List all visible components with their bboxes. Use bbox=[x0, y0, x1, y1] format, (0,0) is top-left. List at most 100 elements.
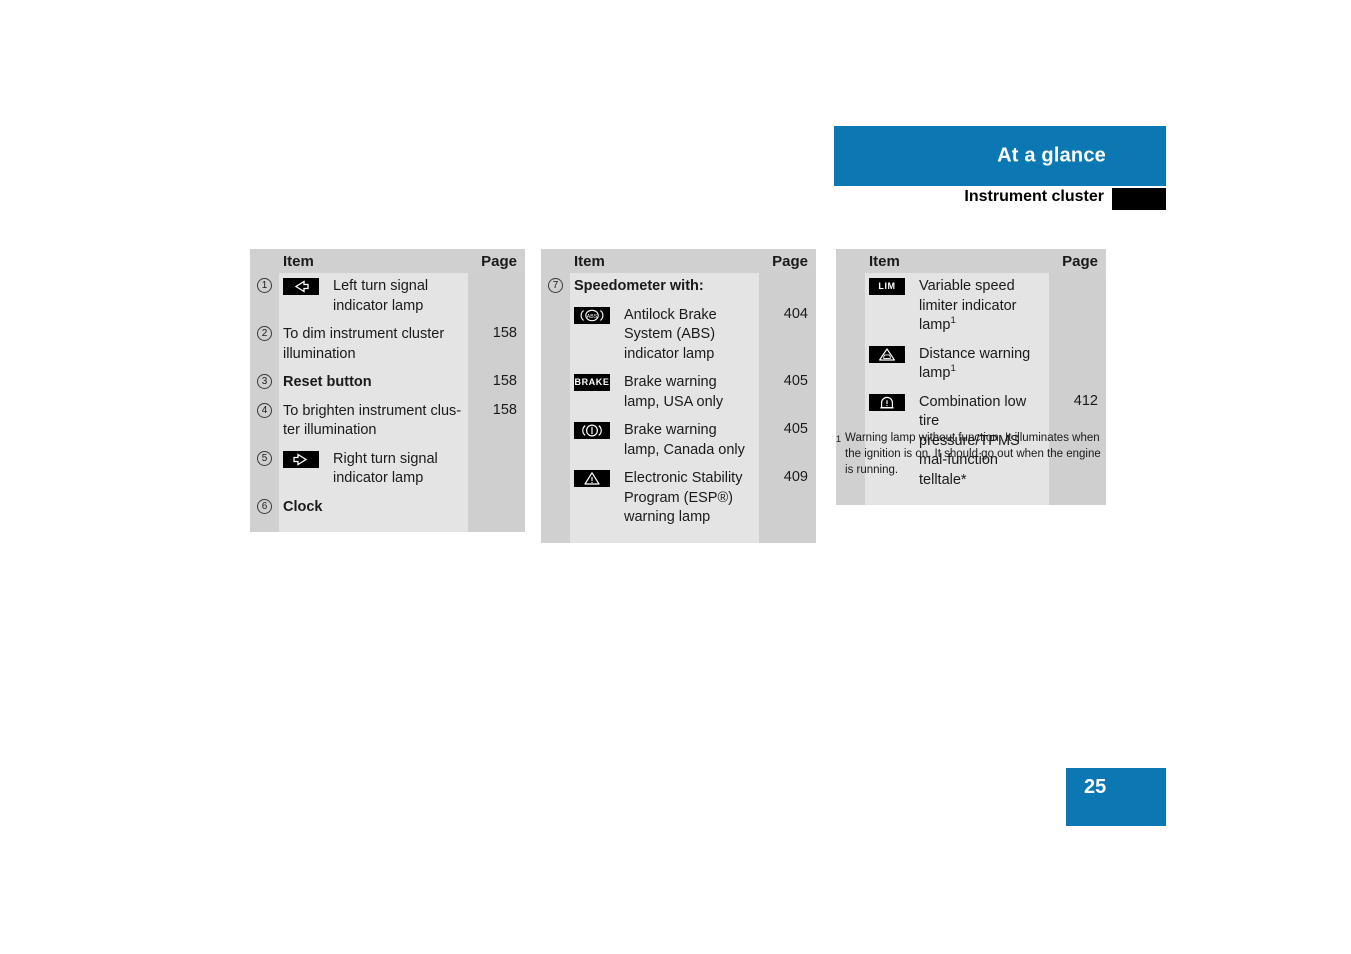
table-row: Electronic Stability Program (ESP®) warn… bbox=[541, 465, 816, 533]
table-filler bbox=[250, 522, 525, 532]
table-row: 3 Reset button 158 bbox=[250, 369, 525, 398]
icon-slot: LIM bbox=[869, 277, 919, 295]
row-item-cell: Clock bbox=[279, 493, 468, 522]
page-title: At a glance bbox=[997, 144, 1106, 167]
row-item-text: Left turn signal indicator lamp bbox=[333, 278, 429, 314]
row-number-cell: 7 bbox=[541, 273, 570, 302]
table-row: 1 Left turn signal indicator lamp bbox=[250, 273, 525, 321]
page-number: 25 bbox=[1084, 776, 1107, 798]
row-number-cell bbox=[836, 273, 865, 341]
icon-slot bbox=[869, 345, 919, 363]
icon-slot bbox=[574, 469, 624, 487]
row-page-cell bbox=[468, 273, 525, 321]
callout-number: 4 bbox=[257, 402, 272, 418]
esp-warning-icon bbox=[574, 470, 610, 487]
row-item-text: Antilock Brake System (ABS) indicator la… bbox=[624, 306, 717, 362]
row-item-text: Brake warning lamp, USA only bbox=[624, 374, 724, 410]
callout-number: 5 bbox=[257, 450, 272, 466]
row-number-cell bbox=[541, 301, 570, 369]
callout-number: 3 bbox=[257, 374, 272, 389]
row-item-text: Clock bbox=[283, 498, 323, 515]
row-page-cell: 405 bbox=[759, 417, 816, 465]
page-header-banner: At a glance bbox=[834, 126, 1166, 186]
brake-canada-icon bbox=[574, 422, 610, 439]
row-page-cell: 404 bbox=[759, 301, 816, 369]
row-number-cell: 5 bbox=[250, 445, 279, 494]
icon-slot bbox=[283, 450, 333, 468]
row-item-cell: Brake warning lamp, Canada only bbox=[570, 417, 759, 465]
footnote-ref: 1 bbox=[950, 363, 956, 375]
icon-slot: BRAKE bbox=[574, 373, 624, 391]
table-filler bbox=[836, 495, 1106, 505]
row-item-cell: Distance warning lamp1 bbox=[865, 340, 1049, 389]
footnote-text: Warning lamp without function. It illumi… bbox=[845, 432, 1101, 476]
icon-slot bbox=[283, 277, 333, 295]
svg-text:ABS: ABS bbox=[587, 314, 598, 320]
row-page-cell bbox=[468, 445, 525, 494]
row-item-text: Brake warning lamp, Canada only bbox=[624, 422, 745, 458]
table-row: 2 To dim instrument cluster illumination… bbox=[250, 321, 525, 369]
row-page-cell: 158 bbox=[468, 397, 525, 446]
left-turn-signal-icon bbox=[283, 278, 319, 295]
table-row: 6 Clock bbox=[250, 493, 525, 522]
table-row: Brake warning lamp, Canada only 405 bbox=[541, 417, 816, 465]
brake-label: BRAKE bbox=[574, 377, 610, 387]
speed-limiter-icon: LIM bbox=[869, 278, 905, 295]
page-number-box: 25 bbox=[1066, 768, 1166, 826]
header-item: Item bbox=[574, 252, 605, 270]
callout-number: 2 bbox=[257, 326, 272, 341]
row-number-cell bbox=[541, 417, 570, 465]
page-subheader: Instrument cluster bbox=[834, 188, 1166, 212]
table-row: BRAKE Brake warning lamp, USA only 405 bbox=[541, 369, 816, 417]
tire-pressure-icon bbox=[869, 393, 905, 411]
distance-warning-icon bbox=[869, 345, 905, 363]
row-item-text: To dim instrument cluster illumination bbox=[283, 326, 445, 362]
right-turn-signal-icon bbox=[283, 450, 319, 468]
row-item-cell: Right turn signal indicator lamp bbox=[279, 445, 468, 494]
row-page-cell bbox=[468, 493, 525, 522]
footnote-ref: 1 bbox=[950, 315, 956, 327]
table-row: LIM Variable speed limiter indicator lam… bbox=[836, 273, 1106, 341]
brake-usa-icon: BRAKE bbox=[574, 374, 610, 391]
table-body: 7 Speedometer with: ABS Antilock Brake S… bbox=[541, 273, 816, 543]
row-page-cell bbox=[1049, 340, 1106, 389]
header-page: Page bbox=[481, 252, 517, 270]
row-number-cell: 3 bbox=[250, 369, 279, 398]
row-number-cell bbox=[836, 340, 865, 389]
callout-number: 6 bbox=[257, 498, 272, 514]
table-row: Distance warning lamp1 bbox=[836, 340, 1106, 389]
row-item-cell: To brighten instrument clus-ter illumina… bbox=[279, 397, 468, 446]
row-item-text: Right turn signal indicator lamp bbox=[333, 450, 438, 487]
header-item: Item bbox=[869, 252, 900, 270]
footnote-marker: 1 bbox=[836, 434, 842, 444]
lim-label: LIM bbox=[878, 281, 896, 291]
row-page-cell: 158 bbox=[468, 321, 525, 369]
row-item-cell: BRAKE Brake warning lamp, USA only bbox=[570, 369, 759, 417]
icon-slot bbox=[574, 421, 624, 439]
row-page-cell bbox=[759, 273, 816, 302]
section-title: Instrument cluster bbox=[964, 188, 1104, 205]
thumb-index-tab bbox=[1112, 188, 1166, 210]
footnote: 1 Warning lamp without function. It illu… bbox=[836, 430, 1111, 478]
table-row: 7 Speedometer with: bbox=[541, 273, 816, 302]
icon-slot: ABS bbox=[574, 306, 624, 324]
table-body: 1 Left turn signal indicator lamp 2 To d… bbox=[250, 273, 525, 532]
row-item-text: Distance warning lamp1 bbox=[919, 345, 1031, 382]
table-header-row: Item Page bbox=[250, 249, 525, 273]
callout-number: 1 bbox=[257, 278, 272, 293]
row-item-cell: Left turn signal indicator lamp bbox=[279, 273, 468, 321]
row-number-cell: 2 bbox=[250, 321, 279, 369]
table-instrument-cluster-controls: Item Page 1 Left turn signal indicator l… bbox=[250, 249, 525, 532]
row-item-text: Speedometer with: bbox=[574, 278, 704, 294]
row-number-cell: 1 bbox=[250, 273, 279, 321]
row-page-cell: 409 bbox=[759, 465, 816, 533]
header-page: Page bbox=[772, 252, 808, 270]
table-row: 4 To brighten instrument clus-ter illumi… bbox=[250, 397, 525, 446]
header-page: Page bbox=[1062, 252, 1098, 270]
table-speedometer-lamps: Item Page 7 Speedometer with: ABS Antilo… bbox=[541, 249, 816, 543]
row-item-text: To brighten instrument clus-ter illumina… bbox=[283, 402, 462, 439]
table-header-row: Item Page bbox=[541, 249, 816, 273]
row-item-text: Reset button bbox=[283, 374, 372, 390]
row-page-cell: 158 bbox=[468, 369, 525, 398]
row-number-cell bbox=[541, 369, 570, 417]
